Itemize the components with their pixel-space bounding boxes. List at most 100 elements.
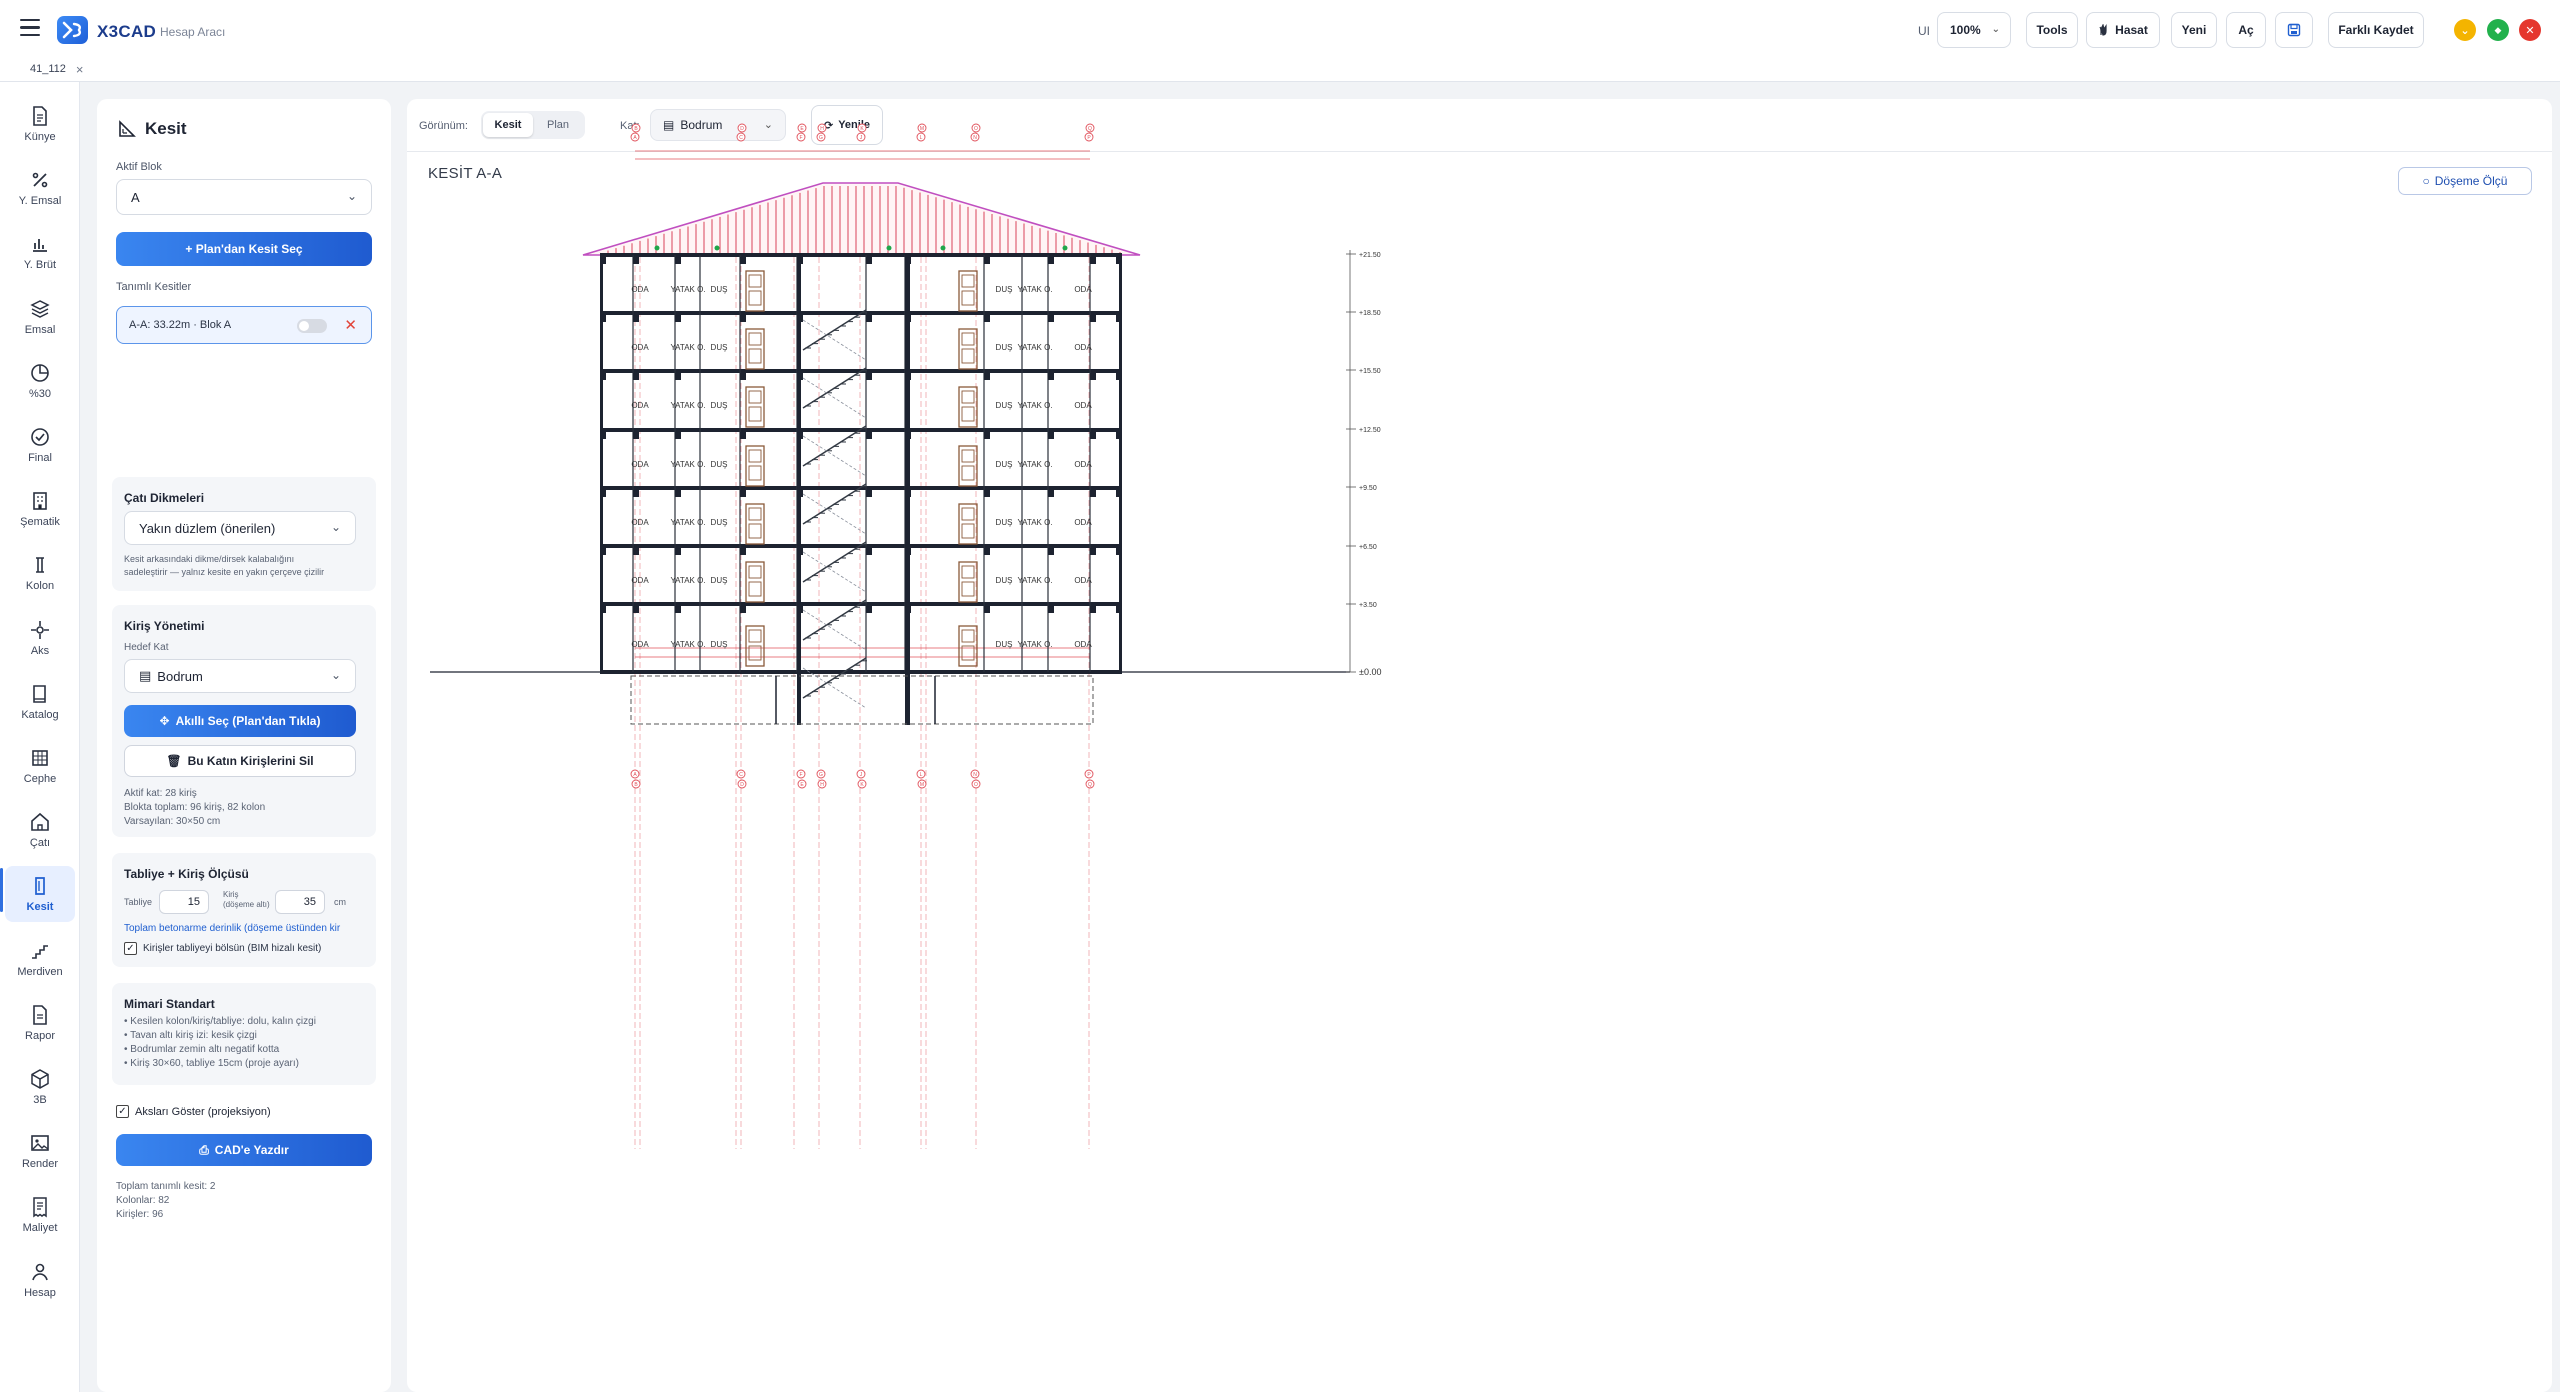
level-label: +12.50 — [1359, 427, 1381, 434]
section-icon — [29, 875, 51, 897]
tools-button[interactable]: Tools — [2026, 12, 2078, 48]
section-visibility-toggle[interactable] — [297, 319, 327, 333]
app-logo-icon — [57, 16, 88, 44]
close-button[interactable]: ✕ — [2519, 19, 2541, 41]
cati-dikmeleri-select[interactable]: Yakın düzlem (önerilen) ⌄ — [124, 511, 356, 545]
beam-section — [1116, 315, 1122, 322]
cade-yazdir-button[interactable]: ⎙ CAD'e Yazdır — [116, 1134, 372, 1166]
nav-item-künye[interactable]: Künye — [5, 96, 75, 152]
kiris-tabliye-checkbox[interactable]: ✓ — [124, 942, 137, 955]
door-panel — [748, 465, 762, 481]
ui-zoom-select[interactable]: 100% ⌄ — [1937, 12, 2011, 48]
file-tab-name: 41_112 — [30, 63, 66, 75]
room-label: DUŞ — [996, 285, 1013, 294]
new-button[interactable]: Yeni — [2171, 12, 2217, 48]
room-label: ODA — [631, 285, 649, 294]
room-label: ODA — [1074, 576, 1092, 585]
nav-item-render[interactable]: Render — [5, 1123, 75, 1179]
beam-section — [633, 490, 639, 497]
nav-item-y-emsal[interactable]: Y. Emsal — [5, 160, 75, 216]
nav-item-katalog[interactable]: Katalog — [5, 674, 75, 730]
nav-item-şematik[interactable]: Şematik — [5, 481, 75, 537]
close-icon[interactable]: × — [76, 62, 84, 77]
nav-item-label: Çatı — [29, 837, 51, 850]
nav-item-label: Render — [21, 1158, 59, 1171]
cati-dikmeleri-help: Kesit arkasındaki dikme/dirsek kalabalığ… — [124, 553, 324, 579]
room-label: ODA — [1074, 460, 1092, 469]
tabliye-input[interactable]: 15 — [159, 890, 209, 914]
kiris-input[interactable]: 35 — [275, 890, 325, 914]
beam-section — [984, 373, 990, 380]
axis-bubble-label: D — [740, 126, 744, 132]
nav-item-final[interactable]: Final — [5, 417, 75, 473]
open-button[interactable]: Aç — [2226, 12, 2266, 48]
door-panel — [961, 406, 975, 422]
file-tab[interactable]: 41_112 × — [22, 59, 91, 79]
door-panel — [961, 465, 975, 481]
beam-section — [1116, 490, 1122, 497]
hedef-kat-value: Bodrum — [157, 668, 203, 684]
help-line: sadeleştirir — yalnız kesite en yakın çe… — [124, 567, 325, 577]
nav-item-aks[interactable]: Aks — [5, 610, 75, 666]
save-button[interactable] — [2275, 12, 2313, 48]
menu-icon[interactable] — [20, 19, 40, 37]
betonarme-derinlik-link[interactable]: Toplam betonarme derinlik (döşeme üstünd… — [124, 923, 340, 934]
mimari-standart-title: Mimari Standart — [124, 997, 215, 1011]
section-drawing: BAABDCCDEFFEHGGHKJJKMLLMONNOQPPQODA YATAK… — [430, 123, 1381, 1149]
nav-item-çatı[interactable]: Çatı — [5, 802, 75, 858]
door-panel — [961, 449, 975, 463]
save-as-button[interactable]: Farklı Kaydet — [2328, 12, 2424, 48]
axis-bubble-label: L — [920, 772, 923, 778]
report-icon — [29, 1004, 51, 1026]
akilli-sec-button[interactable]: ✥ Akıllı Seç (Plan'dan Tıkla) — [124, 705, 356, 737]
stat-line: Kolonlar: 82 — [116, 1195, 170, 1206]
akslari-goster-checkbox[interactable]: ✓ — [116, 1105, 129, 1118]
chevron-down-icon: ⌄ — [330, 520, 341, 534]
room-label: YATAK O. — [670, 460, 705, 469]
stair-rail — [802, 377, 867, 419]
beam-section — [984, 432, 990, 439]
beam-section — [740, 257, 746, 264]
hasat-button[interactable]: Hasat — [2086, 12, 2160, 48]
list-item: • Kiriş 30×60, tabliye 15cm (proje ayarı… — [124, 1058, 299, 1069]
delete-section-icon[interactable]: ✕ — [344, 316, 357, 334]
beam-section — [866, 606, 872, 613]
beam-section — [1048, 606, 1054, 613]
unit-label: cm — [334, 897, 346, 907]
section-list-item[interactable]: A-A: 33.22m · Blok A ✕ — [116, 306, 372, 344]
beam-section — [740, 432, 746, 439]
nav-item-cephe[interactable]: Cephe — [5, 738, 75, 794]
door-panel — [961, 348, 975, 364]
beam-section — [600, 432, 606, 439]
nav-item-kesit[interactable]: Kesit — [5, 866, 75, 923]
nav-item-hesap[interactable]: Hesap — [5, 1252, 75, 1308]
beam-section — [1090, 606, 1096, 613]
room-label: DUŞ — [711, 285, 728, 294]
maximize-button[interactable]: ◆ — [2487, 19, 2509, 41]
tanimli-kesitler-label: Tanımlı Kesitler — [116, 281, 192, 293]
room-label: ODA — [1074, 518, 1092, 527]
help-line: Kesit arkasındaki dikme/dirsek kalabalığ… — [124, 554, 295, 564]
nav-item-label: 3B — [33, 1094, 47, 1106]
nav-item-maliyet[interactable]: Maliyet — [5, 1187, 75, 1243]
beam-section — [905, 432, 911, 439]
minimize-button[interactable]: ⌄ — [2454, 19, 2476, 41]
hedef-kat-select[interactable]: ▤ Bodrum ⌄ — [124, 659, 356, 693]
nav-item-emsal[interactable]: Emsal — [5, 289, 75, 345]
beam-section — [740, 606, 746, 613]
drawing-canvas[interactable]: Görünüm: Kesit Plan Kat: ▤ Bodrum ⌄ ⟳ Yenil… — [407, 99, 2552, 1392]
nav-item-kolon[interactable]: Kolon — [5, 545, 75, 601]
nav-item-%30[interactable]: %30 — [5, 353, 75, 409]
katin-kirislerini-sil-button[interactable]: 🗑 Bu Katın Kirişlerini Sil — [124, 745, 356, 777]
beam-section — [675, 373, 681, 380]
plandan-kesit-sec-button[interactable]: + Plan'dan Kesit Seç — [116, 232, 372, 266]
nav-item-rapor[interactable]: Rapor — [5, 995, 75, 1051]
stair-rail — [802, 435, 867, 477]
aktif-blok-select[interactable]: A ⌄ — [116, 179, 372, 215]
nav-item-merdiven[interactable]: Merdiven — [5, 931, 75, 987]
panel-title: Kesit — [117, 119, 187, 139]
level-label: ±0.00 — [1359, 667, 1381, 677]
nav-item-3b[interactable]: 3B — [5, 1059, 75, 1115]
trash-icon: 🗑 — [166, 754, 182, 768]
nav-item-y-brüt[interactable]: Y. Brüt — [5, 224, 75, 280]
